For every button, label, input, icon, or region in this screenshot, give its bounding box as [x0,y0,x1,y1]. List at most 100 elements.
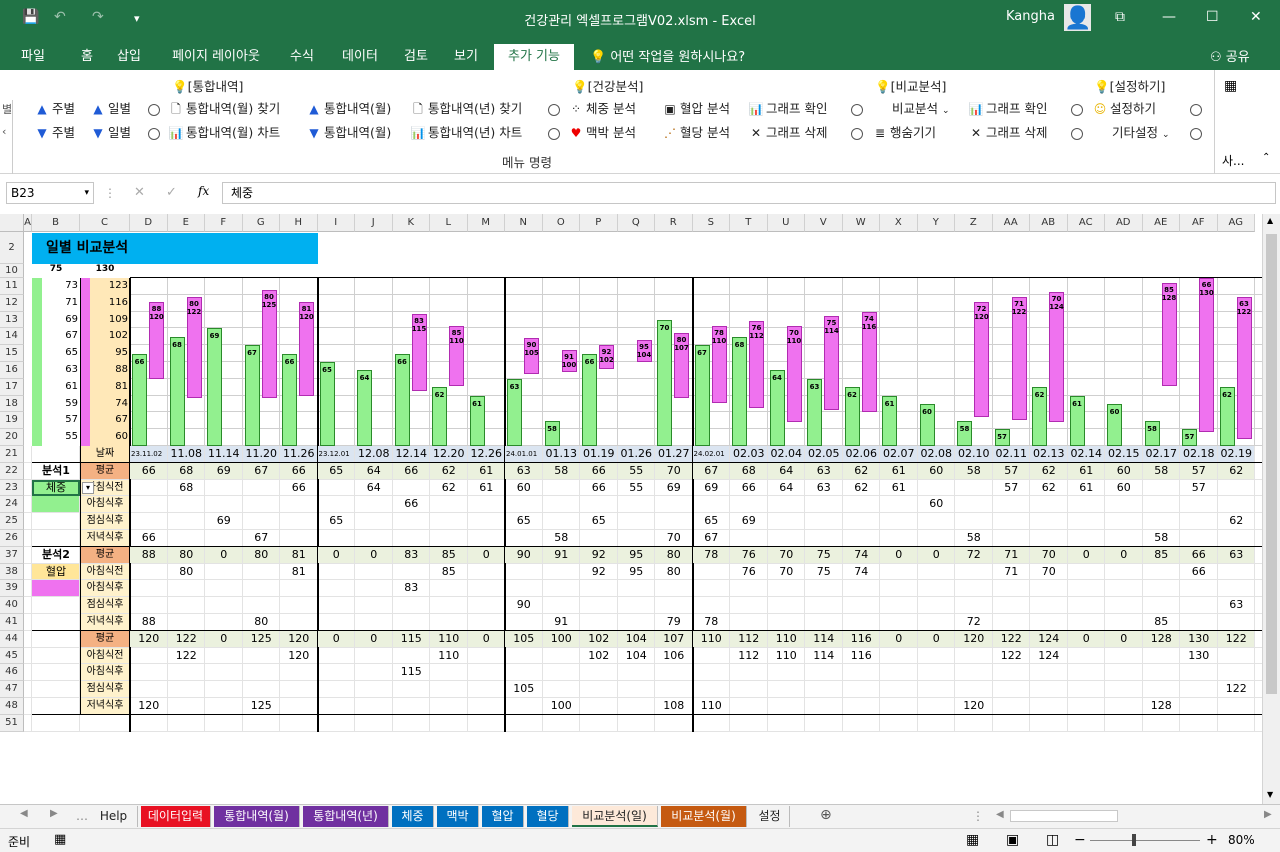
cancel-icon[interactable]: ✕ [134,185,145,200]
table-cell[interactable]: 105 [505,631,543,648]
table-cell[interactable]: 75 [805,564,843,581]
table-cell[interactable]: 60 [918,463,956,480]
dropdown-arrow-icon[interactable]: ▾ [82,481,94,494]
table-cell[interactable] [1068,496,1106,513]
table-cell[interactable] [918,580,956,597]
table-cell[interactable] [430,664,468,681]
row-header[interactable]: 23 [0,479,24,497]
table-cell[interactable]: 80 [243,547,281,564]
table-cell[interactable] [1218,564,1256,581]
table-cell[interactable] [1105,681,1143,698]
sheet-tab[interactable]: 혈당 [527,806,569,827]
table-cell[interactable] [618,580,656,597]
table-cell[interactable]: 57 [993,480,1031,497]
sheet-tab[interactable]: 데이터입력 [141,806,211,827]
table-cell[interactable]: 78 [693,614,731,631]
table-cell[interactable]: 61 [880,463,918,480]
table-cell[interactable] [430,530,468,547]
table-cell[interactable] [993,496,1031,513]
tab-add-ins[interactable]: 추가 기능 [494,44,574,70]
table-cell[interactable]: 70 [1030,564,1068,581]
table-cell[interactable] [318,648,356,665]
table-cell[interactable]: 70 [1030,547,1068,564]
table-cell[interactable]: 112 [730,631,768,648]
table-cell[interactable] [1068,648,1106,665]
table-cell[interactable] [655,496,693,513]
table-cell[interactable] [1180,513,1218,530]
row-header[interactable]: 24 [0,496,24,514]
table-cell[interactable] [1030,681,1068,698]
table-cell[interactable]: 69 [205,463,243,480]
table-cell[interactable] [243,513,281,530]
table-cell[interactable] [880,564,918,581]
table-cell[interactable] [468,648,506,665]
formula-input[interactable]: 체중 [222,182,1276,204]
worksheet-grid[interactable]: A B C D E F G H I J K L M N O P Q R S T U V W X Y Z AA AB AC AD AE AF AG… [0,214,1262,804]
table-cell[interactable] [580,496,618,513]
row-header[interactable]: 18 [0,395,24,413]
table-cell[interactable] [1143,597,1181,614]
table-cell[interactable]: 70 [768,564,806,581]
table-cell[interactable] [1143,564,1181,581]
graph-check-button-2[interactable]: 📊 그래프 확인 [968,99,1048,119]
table-cell[interactable] [730,664,768,681]
date-cell[interactable]: 01.13 [543,446,581,463]
date-cell[interactable]: 12.08 [355,446,393,463]
row-header[interactable]: 10 [0,264,24,278]
table-cell[interactable]: 0 [318,631,356,648]
table-cell[interactable] [805,681,843,698]
table-cell[interactable] [468,681,506,698]
table-cell[interactable] [918,597,956,614]
table-cell[interactable] [318,664,356,681]
row-header[interactable]: 16 [0,362,24,379]
table-cell[interactable] [580,530,618,547]
date-cell[interactable]: 24.01.01 [505,446,543,463]
redo-icon[interactable]: ↷ [92,9,104,25]
radio-8[interactable] [851,128,863,140]
date-cell[interactable]: 11.26 [280,446,318,463]
table-cell[interactable]: 68 [730,463,768,480]
column-header[interactable]: P [580,214,618,232]
zoom-out-icon[interactable]: − [1074,832,1086,848]
date-cell[interactable]: 02.07 [880,446,918,463]
table-cell[interactable] [130,513,168,530]
table-cell[interactable] [318,480,356,497]
collapse-ribbon-icon[interactable]: ⌃ [1262,152,1270,163]
table-cell[interactable] [580,597,618,614]
table-cell[interactable] [393,530,431,547]
table-cell[interactable] [993,614,1031,631]
table-cell[interactable] [955,597,993,614]
table-cell[interactable]: 120 [280,631,318,648]
table-cell[interactable] [730,496,768,513]
table-cell[interactable] [880,681,918,698]
table-cell[interactable]: 112 [730,648,768,665]
table-cell[interactable]: 74 [843,564,881,581]
row-header[interactable]: 38 [0,563,24,581]
table-cell[interactable] [1218,698,1256,715]
date-cell[interactable]: 02.13 [1030,446,1068,463]
table-cell[interactable] [1143,480,1181,497]
table-cell[interactable]: 64 [355,480,393,497]
row-header[interactable]: 20 [0,429,24,446]
daily-down-button[interactable]: ▼ 일별 [90,123,131,143]
table-cell[interactable] [505,580,543,597]
table-cell[interactable]: 67 [243,463,281,480]
table-cell[interactable]: 63 [805,480,843,497]
date-cell[interactable]: 12.20 [430,446,468,463]
table-cell[interactable] [768,664,806,681]
table-cell[interactable] [693,681,731,698]
table-cell[interactable]: 105 [505,681,543,698]
table-cell[interactable]: 100 [543,631,581,648]
table-cell[interactable]: 62 [843,480,881,497]
table-cell[interactable] [805,580,843,597]
table-cell[interactable]: 120 [955,698,993,715]
table-cell[interactable] [768,597,806,614]
column-header[interactable]: X [880,214,918,232]
table-cell[interactable] [843,698,881,715]
table-cell[interactable] [393,597,431,614]
table-cell[interactable] [693,580,731,597]
table-cell[interactable] [468,597,506,614]
table-cell[interactable] [355,530,393,547]
sheet-tab[interactable]: 비교분석(일) [572,806,658,827]
sheet-tab[interactable]: 혈압 [482,806,524,827]
